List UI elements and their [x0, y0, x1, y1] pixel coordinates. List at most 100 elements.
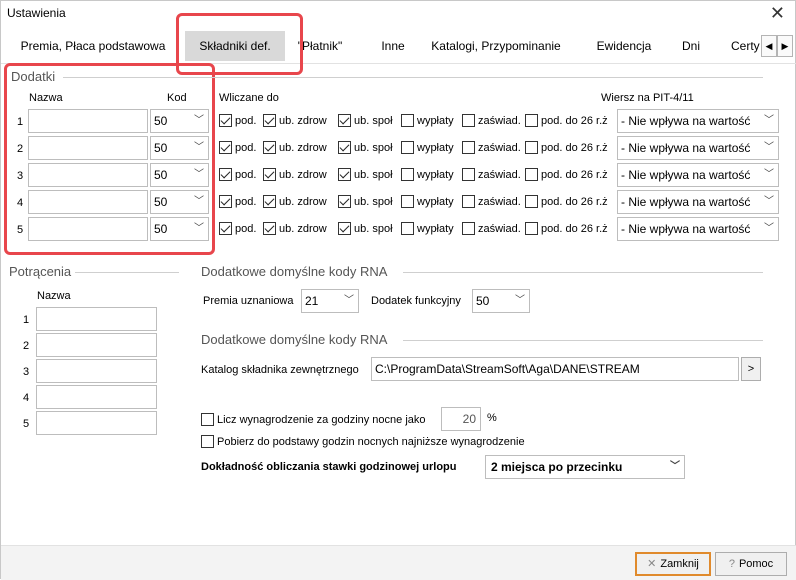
help-button[interactable]: ? Pomoc — [715, 552, 787, 576]
pit-select[interactable]: - Nie wpływa na wartość ﹀ — [617, 217, 779, 241]
wliczane-checkbox[interactable] — [525, 114, 538, 127]
wliczane-checkbox[interactable] — [338, 168, 351, 181]
close-button[interactable]: ✕ Zamknij — [635, 552, 711, 576]
wliczane-checkbox[interactable] — [401, 141, 414, 154]
wliczane-checkbox[interactable] — [401, 222, 414, 235]
wliczane-label: pod. — [235, 223, 257, 235]
wliczane-checkbox[interactable] — [401, 168, 414, 181]
tab-inne[interactable]: Inne — [373, 31, 413, 61]
wliczane-checkbox[interactable] — [219, 141, 232, 154]
wliczane-label: ub. społ — [354, 169, 393, 181]
wliczane-checkbox[interactable] — [462, 195, 475, 208]
tab-platnik[interactable]: "Płatnik" — [285, 31, 355, 61]
potracenia-col-nazwa: Nazwa — [37, 290, 71, 302]
wliczane-checkbox[interactable] — [219, 114, 232, 127]
tab-katalogi[interactable]: Katalogi, Przypominanie — [423, 31, 569, 61]
dodatek-select[interactable]: 50 ﹀ — [472, 289, 530, 313]
wliczane-label: wypłaty — [417, 196, 454, 208]
licz-input[interactable]: 20 — [441, 407, 481, 431]
tab-premia[interactable]: Premia, Płaca podstawowa — [13, 31, 173, 61]
pit-select[interactable]: - Nie wpływa na wartość ﹀ — [617, 136, 779, 160]
dodatki-col-kod: Kod — [167, 92, 187, 104]
licz-unit: % — [487, 412, 497, 424]
wliczane-checkbox[interactable] — [263, 114, 276, 127]
wliczane-checkbox[interactable] — [263, 195, 276, 208]
wliczane-checkbox[interactable] — [219, 222, 232, 235]
tab-bar: Premia, Płaca podstawowa Składniki def. … — [1, 29, 796, 63]
premia-select[interactable]: 21 ﹀ — [301, 289, 359, 313]
wliczane-checkbox[interactable] — [525, 141, 538, 154]
tab-dni[interactable]: Dni — [673, 31, 709, 61]
potracenia-divider — [75, 272, 179, 273]
tab-certy[interactable]: Certy — [725, 31, 761, 61]
wliczane-checkbox[interactable] — [263, 141, 276, 154]
wliczane-checkbox[interactable] — [263, 168, 276, 181]
dodatek-kod-select[interactable]: 50 ﹀ — [150, 109, 209, 133]
wliczane-checkbox[interactable] — [338, 195, 351, 208]
wliczane-checkbox[interactable] — [525, 168, 538, 181]
potracenie-name-input[interactable] — [36, 307, 157, 331]
row-number: 2 — [23, 340, 30, 352]
chevron-down-icon: ﹀ — [670, 461, 680, 472]
pit-select[interactable]: - Nie wpływa na wartość ﹀ — [617, 109, 779, 133]
wliczane-checkbox[interactable] — [338, 114, 351, 127]
row-number: 5 — [23, 418, 30, 430]
dokladnosc-label: Dokładność obliczania stawki godzinowej … — [201, 461, 457, 473]
wliczane-checkbox[interactable] — [219, 168, 232, 181]
pit-select[interactable]: - Nie wpływa na wartość ﹀ — [617, 190, 779, 214]
dodatek-name-input[interactable] — [28, 109, 148, 133]
wliczane-label: pod. do 26 r.ż — [541, 223, 608, 235]
potracenie-name-input[interactable] — [36, 359, 157, 383]
dodatek-name-input[interactable] — [28, 190, 148, 214]
wliczane-checkbox[interactable] — [462, 168, 475, 181]
close-button-label: Zamknij — [660, 558, 699, 570]
dodatek-name-input[interactable] — [28, 163, 148, 187]
dodatek-name-input[interactable] — [28, 217, 148, 241]
wliczane-label: pod. — [235, 115, 257, 127]
wliczane-checkbox[interactable] — [462, 222, 475, 235]
wliczane-checkbox[interactable] — [525, 195, 538, 208]
potracenie-name-input[interactable] — [36, 411, 157, 435]
close-icon[interactable]: ✕ — [770, 3, 785, 23]
wliczane-checkbox[interactable] — [338, 141, 351, 154]
pit-value: - Nie wpływa na wartość — [621, 141, 751, 155]
help-button-label: Pomoc — [738, 558, 774, 570]
pit-value: - Nie wpływa na wartość — [621, 195, 751, 209]
potracenie-name-input[interactable] — [36, 333, 157, 357]
wliczane-label: ub. społ — [354, 223, 393, 235]
wliczane-checkbox[interactable] — [462, 114, 475, 127]
dodatek-value: 50 — [476, 294, 490, 308]
katalog-input[interactable]: C:\ProgramData\StreamSoft\Aga\DANE\STREA… — [371, 357, 739, 381]
rna2-divider — [403, 340, 763, 341]
dodatek-kod-select[interactable]: 50 ﹀ — [150, 190, 209, 214]
chevron-down-icon: ﹀ — [764, 218, 774, 240]
katalog-browse-button[interactable]: > — [741, 357, 761, 381]
wliczane-checkbox[interactable] — [525, 222, 538, 235]
dodatek-kod-select[interactable]: 50 ﹀ — [150, 217, 209, 241]
potracenie-name-input[interactable] — [36, 385, 157, 409]
tab-scroll-right-icon[interactable]: ▶ — [777, 35, 793, 57]
dodatek-name-input[interactable] — [28, 136, 148, 160]
wliczane-checkbox[interactable] — [263, 222, 276, 235]
dodatek-kod-value: 50 — [154, 141, 168, 155]
wliczane-checkbox[interactable] — [338, 222, 351, 235]
dokladnosc-select[interactable]: 2 miejsca po przecinku ﹀ — [485, 455, 685, 479]
wliczane-checkbox[interactable] — [401, 195, 414, 208]
tab-ewidencja[interactable]: Ewidencja — [589, 31, 659, 61]
tab-scroll-left-icon[interactable]: ◀ — [761, 35, 777, 57]
wliczane-label: ub. zdrow — [279, 115, 327, 127]
licz-label: Licz wynagrodzenie za godziny nocne jako — [217, 414, 426, 426]
pit-select[interactable]: - Nie wpływa na wartość ﹀ — [617, 163, 779, 187]
wliczane-checkbox[interactable] — [462, 141, 475, 154]
wliczane-label: pod. — [235, 169, 257, 181]
wliczane-checkbox[interactable] — [401, 114, 414, 127]
pobierz-checkbox[interactable] — [201, 435, 214, 448]
tab-skladniki[interactable]: Składniki def. — [185, 31, 285, 61]
pit-value: - Nie wpływa na wartość — [621, 222, 751, 236]
dodatek-kod-value: 50 — [154, 195, 168, 209]
dodatek-kod-select[interactable]: 50 ﹀ — [150, 136, 209, 160]
licz-checkbox[interactable] — [201, 413, 214, 426]
dodatek-kod-select[interactable]: 50 ﹀ — [150, 163, 209, 187]
dodatki-col-nazwa: Nazwa — [29, 92, 63, 104]
wliczane-checkbox[interactable] — [219, 195, 232, 208]
